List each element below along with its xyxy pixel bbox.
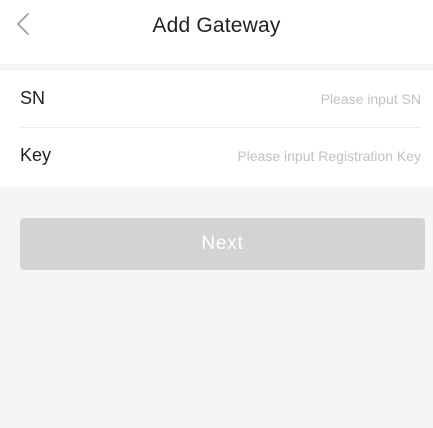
next-button[interactable]: Next [20,218,425,270]
registration-key-input[interactable] [161,142,421,170]
gateway-form: SN Key [0,71,433,187]
page-title: Add Gateway [152,14,281,37]
key-label: Key [20,145,52,165]
key-row: Key [0,128,433,185]
navigation-bar: Add Gateway [0,0,433,64]
sn-label: SN [20,88,46,108]
sn-input[interactable] [161,85,421,113]
sn-row: SN [0,71,433,128]
